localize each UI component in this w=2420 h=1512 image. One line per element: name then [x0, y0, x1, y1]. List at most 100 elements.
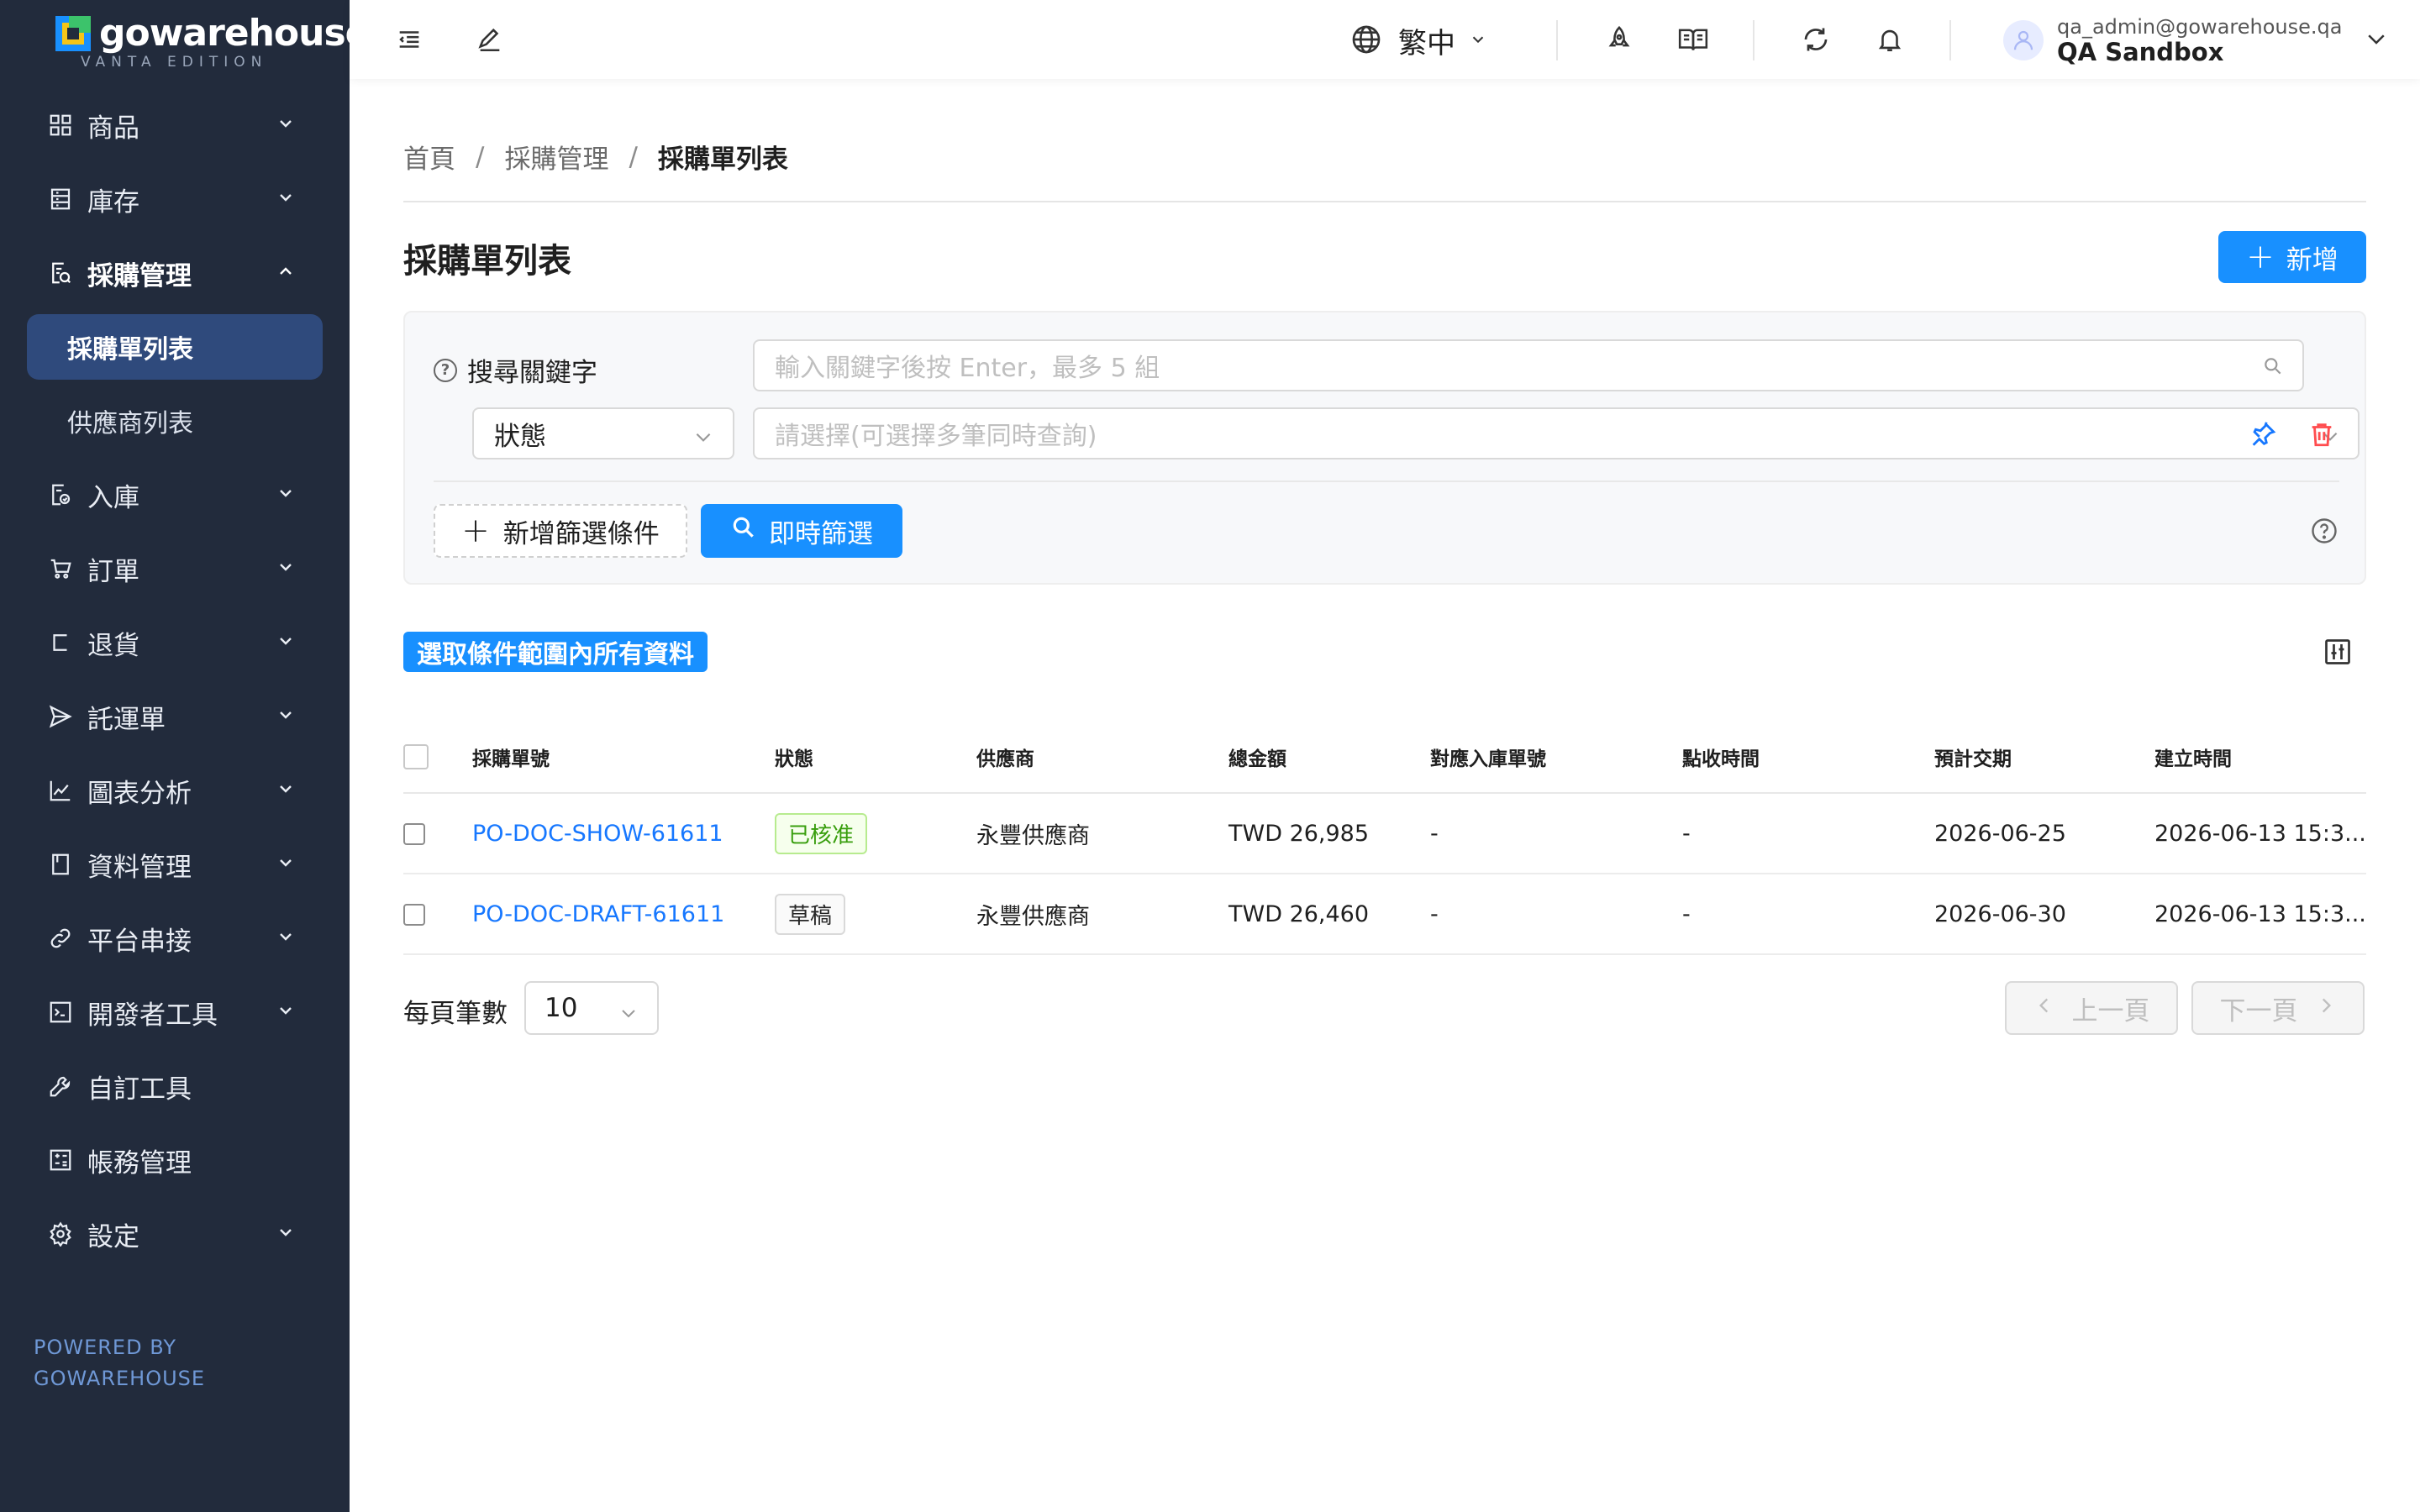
breadcrumb-home[interactable]: 首頁: [403, 138, 455, 176]
sidebar-item-data[interactable]: 資料管理: [0, 827, 350, 901]
sidebar-subitem-supplier-list[interactable]: 供應商列表: [0, 384, 350, 458]
header-divider: [1556, 20, 1558, 60]
refresh-icon[interactable]: [1798, 22, 1833, 57]
sidebar-item-billing[interactable]: 帳務管理: [0, 1123, 350, 1197]
amount-cell: TWD 26,460: [1228, 874, 1430, 955]
pin-icon[interactable]: [2249, 420, 2277, 452]
sidebar-item-label: 平台串接: [87, 926, 192, 957]
supplier-cell: 永豐供應商: [976, 793, 1228, 874]
globe-icon: [1349, 23, 1383, 60]
created-time-cell: 2026-06-13 15:3...: [2154, 793, 2366, 874]
sidebar-item-label: 託運單: [87, 704, 166, 735]
sidebar-item-shipping[interactable]: 託運單: [0, 680, 350, 753]
column-settings-icon[interactable]: [2323, 637, 2353, 670]
select-all-in-range-button[interactable]: 選取條件範圍內所有資料: [403, 632, 708, 672]
chevron-down-icon: [276, 113, 296, 137]
inbound-icon: [47, 481, 74, 508]
bell-icon[interactable]: [1872, 22, 1907, 57]
instant-filter-label: 即時篩選: [769, 518, 873, 549]
per-page-label: 每頁筆數: [403, 999, 508, 1029]
sidebar-item-label: 設定: [87, 1221, 139, 1252]
column-header[interactable]: 總金額: [1228, 721, 1430, 794]
column-header[interactable]: 預計交期: [1934, 721, 2154, 794]
instant-filter-button[interactable]: 即時篩選: [701, 504, 902, 558]
breadcrumb: 首頁 / 採購管理 / 採購單列表: [403, 138, 788, 176]
rocket-icon[interactable]: [1602, 22, 1637, 57]
expected-date-cell: 2026-06-25: [1934, 793, 2154, 874]
column-header[interactable]: 狀態: [775, 721, 976, 794]
table-row[interactable]: PO-DOC-DRAFT-61611 草稿 永豐供應商 TWD 26,460 -…: [403, 874, 2366, 955]
sidebar-item-analytics[interactable]: 圖表分析: [0, 753, 350, 827]
column-header[interactable]: 採購單號: [472, 721, 775, 794]
sidebar-item-label: 帳務管理: [87, 1147, 192, 1179]
chevron-right-icon: [2315, 993, 2337, 1023]
keyword-search-input[interactable]: 輸入關鍵字後按 Enter，最多 5 組: [753, 339, 2304, 391]
sidebar-item-orders[interactable]: 訂單: [0, 532, 350, 606]
row-checkbox[interactable]: [403, 904, 425, 926]
sidebar-item-purchase[interactable]: 採購管理: [0, 236, 350, 310]
sidebar-item-inventory[interactable]: 庫存: [0, 162, 350, 236]
sidebar-item-settings[interactable]: 設定: [0, 1197, 350, 1271]
column-header[interactable]: 對應入庫單號: [1430, 721, 1682, 794]
terminal-icon: [47, 999, 74, 1026]
chevron-down-icon: [276, 187, 296, 211]
expected-date-cell: 2026-06-30: [1934, 874, 2154, 955]
next-page-label: 下一頁: [2219, 995, 2298, 1026]
delete-icon[interactable]: [2307, 420, 2336, 452]
page-title: 採購單列表: [403, 242, 571, 281]
prev-page-button[interactable]: 上一頁: [2005, 981, 2178, 1035]
filter-divider: [434, 480, 2339, 482]
chevron-down-icon: [276, 705, 296, 728]
sidebar-item-inbound[interactable]: 入庫: [0, 458, 350, 532]
help-circle-icon[interactable]: [2309, 516, 2339, 549]
column-header[interactable]: 點收時間: [1682, 721, 1934, 794]
table-row[interactable]: PO-DOC-SHOW-61611 已核准 永豐供應商 TWD 26,985 -…: [403, 793, 2366, 874]
language-label: 繁中: [1398, 27, 1455, 60]
chevron-left-icon: [2033, 993, 2055, 1023]
sidebar-item-label: 圖表分析: [87, 778, 192, 809]
brand-logo[interactable]: gowarehouse VANTA EDITION: [55, 15, 371, 74]
status-multiselect[interactable]: 請選擇(可選擇多筆同時查詢): [753, 407, 2360, 459]
column-header[interactable]: 供應商: [976, 721, 1228, 794]
select-all-cell: [403, 721, 472, 794]
content-divider: [403, 201, 2366, 202]
po-number-link[interactable]: PO-DOC-DRAFT-61611: [472, 901, 724, 927]
select-all-checkbox[interactable]: [403, 743, 429, 769]
add-filter-condition-button[interactable]: + 新增篩選條件: [434, 504, 687, 558]
user-menu[interactable]: qa_admin@gowarehouse.qa QA Sandbox: [2003, 15, 2389, 66]
row-select-cell: [403, 793, 472, 874]
sidebar-item-products[interactable]: 商品: [0, 88, 350, 162]
book-open-icon[interactable]: [1676, 22, 1711, 57]
sidebar-item-label: 訂單: [87, 556, 139, 587]
sidebar-item-custom-tools[interactable]: 自訂工具: [0, 1049, 350, 1123]
created-time-cell: 2026-06-13 15:3...: [2154, 874, 2366, 955]
supplier-cell: 永豐供應商: [976, 874, 1228, 955]
user-email: qa_admin@gowarehouse.qa: [2057, 15, 2343, 39]
page-size-select[interactable]: 10: [524, 981, 659, 1035]
po-number-link[interactable]: PO-DOC-SHOW-61611: [472, 821, 723, 847]
link-icon: [47, 925, 74, 952]
language-selector[interactable]: 繁中: [1349, 20, 1487, 61]
column-header[interactable]: 建立時間: [2154, 721, 2366, 794]
return-icon: [47, 629, 74, 656]
row-checkbox[interactable]: [403, 823, 425, 845]
menu-collapse-icon[interactable]: [392, 22, 427, 57]
chevron-down-icon: [276, 1222, 296, 1246]
filter-field-select[interactable]: 狀態: [472, 407, 734, 459]
sidebar-item-label: 採購管理: [87, 260, 192, 291]
sidebar-item-developer[interactable]: 開發者工具: [0, 975, 350, 1049]
sidebar-subitem-po-list[interactable]: 採購單列表: [27, 314, 323, 380]
sidebar-item-label: 入庫: [87, 482, 139, 513]
add-button[interactable]: + 新增: [2218, 231, 2366, 283]
sidebar-item-integrations[interactable]: 平台串接: [0, 901, 350, 975]
purchase-order-table: 採購單號 狀態 供應商 總金額 對應入庫單號 點收時間 預計交期 建立時間 PO…: [403, 721, 2366, 955]
chevron-down-icon: [276, 927, 296, 950]
edit-icon[interactable]: [472, 22, 508, 57]
next-page-button[interactable]: 下一頁: [2191, 981, 2365, 1035]
chevron-down-icon: [276, 557, 296, 580]
gear-icon: [47, 1221, 74, 1247]
breadcrumb-purchase[interactable]: 採購管理: [504, 138, 608, 176]
sidebar-item-returns[interactable]: 退貨: [0, 606, 350, 680]
help-icon[interactable]: ?: [434, 358, 457, 382]
inventory-icon: [47, 186, 74, 213]
